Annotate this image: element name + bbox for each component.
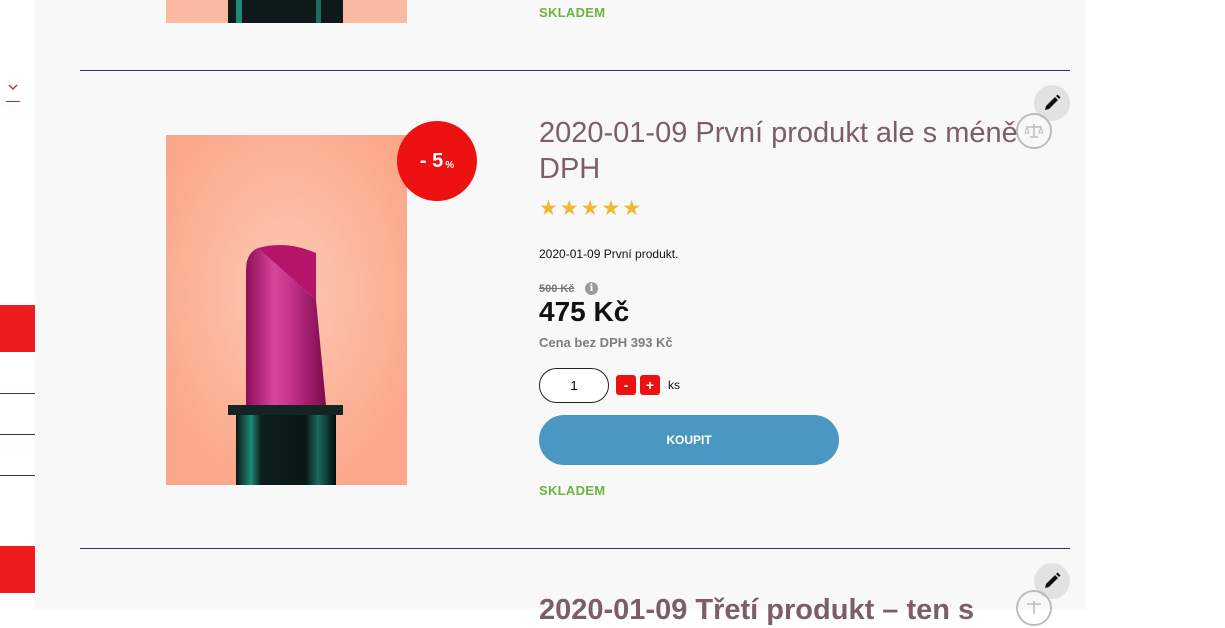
lipstick-image	[166, 135, 407, 485]
discount-value: - 5	[419, 149, 444, 172]
product-divider	[80, 70, 1070, 71]
sidebar-filter-item[interactable]	[0, 435, 35, 476]
sidebar-filter-active[interactable]	[0, 305, 35, 352]
info-icon[interactable]: i	[585, 282, 598, 295]
pencil-icon	[1045, 572, 1061, 588]
scales-icon	[1024, 124, 1044, 138]
lipstick-image	[228, 0, 343, 23]
price-without-vat: Cena bez DPH 393 Kč	[539, 335, 673, 350]
product-price: 475 Kč	[539, 296, 630, 327]
old-price: 500 Kč	[539, 283, 575, 295]
stock-status: SKLADEM	[539, 5, 606, 20]
sidebar-filter-item[interactable]	[0, 394, 35, 435]
product-divider	[80, 548, 1070, 549]
product-image[interactable]	[166, 135, 407, 485]
sidebar-dropdown[interactable]	[6, 79, 20, 102]
product-image-previous[interactable]	[166, 0, 407, 23]
sidebar	[0, 0, 35, 609]
chevron-down-icon	[8, 84, 18, 90]
buy-button[interactable]: KOUPIT	[539, 415, 839, 465]
pencil-icon	[1045, 94, 1061, 110]
product-description: 2020-01-09 První produkt.	[539, 247, 679, 261]
sidebar-filter-item[interactable]	[0, 353, 35, 394]
decrease-quantity-button[interactable]: -	[616, 375, 636, 395]
discount-badge: - 5%	[397, 121, 477, 201]
sidebar-filter-active[interactable]	[0, 546, 35, 593]
sidebar-filter-item[interactable]	[0, 476, 35, 516]
product-title[interactable]: 2020-01-09 První produkt ale s méně DPH	[539, 115, 1059, 187]
stock-status: SKLADEM	[539, 483, 606, 498]
increase-quantity-button[interactable]: +	[640, 375, 660, 395]
product-title[interactable]: 2020-01-09 Třetí produkt – ten s	[539, 592, 1059, 628]
quantity-unit: ks	[668, 378, 680, 392]
rating-stars: ★★★★★	[539, 197, 644, 220]
compare-button[interactable]	[1016, 113, 1052, 149]
discount-unit: %	[445, 159, 455, 171]
quantity-input[interactable]	[539, 368, 609, 403]
